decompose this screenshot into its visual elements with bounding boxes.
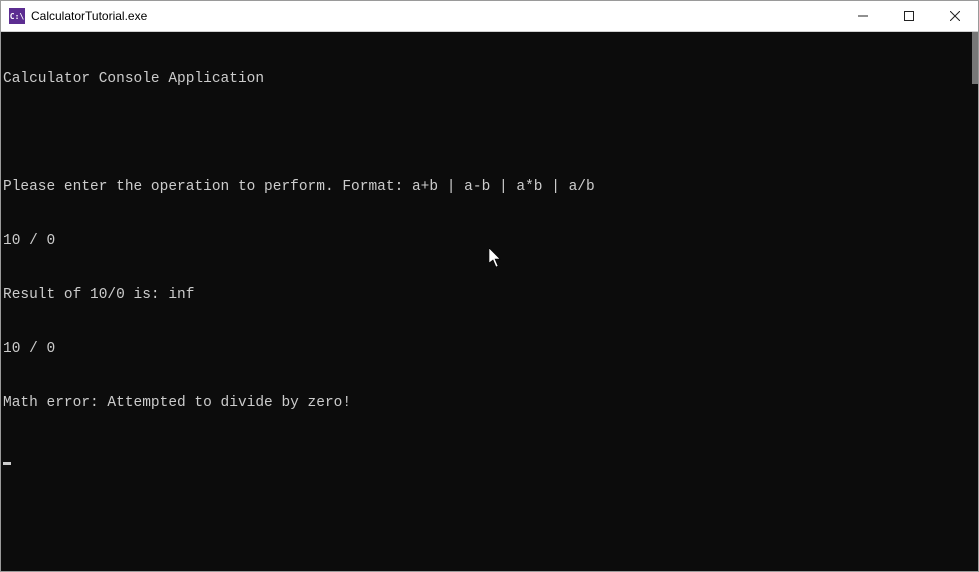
console-line: Calculator Console Application (3, 70, 976, 88)
app-icon-label: C:\ (10, 12, 24, 21)
window-title: CalculatorTutorial.exe (31, 9, 840, 23)
window-controls (840, 1, 978, 31)
console-line: Math error: Attempted to divide by zero! (3, 394, 976, 412)
maximize-icon (904, 11, 914, 21)
app-window: C:\ CalculatorTutorial.exe Calculator Co… (0, 0, 979, 572)
console-output[interactable]: Calculator Console Application Please en… (1, 32, 978, 571)
console-line: 10 / 0 (3, 232, 976, 250)
minimize-button[interactable] (840, 1, 886, 31)
app-icon: C:\ (9, 8, 25, 24)
titlebar[interactable]: C:\ CalculatorTutorial.exe (1, 1, 978, 32)
close-icon (950, 11, 960, 21)
maximize-button[interactable] (886, 1, 932, 31)
minimize-icon (858, 11, 868, 21)
console-cursor-line (3, 448, 976, 466)
console-line (3, 124, 976, 142)
vertical-scrollbar[interactable] (972, 32, 978, 84)
console-line: 10 / 0 (3, 340, 976, 358)
console-line: Please enter the operation to perform. F… (3, 178, 976, 196)
close-button[interactable] (932, 1, 978, 31)
text-cursor (3, 462, 11, 465)
console-line: Result of 10/0 is: inf (3, 286, 976, 304)
